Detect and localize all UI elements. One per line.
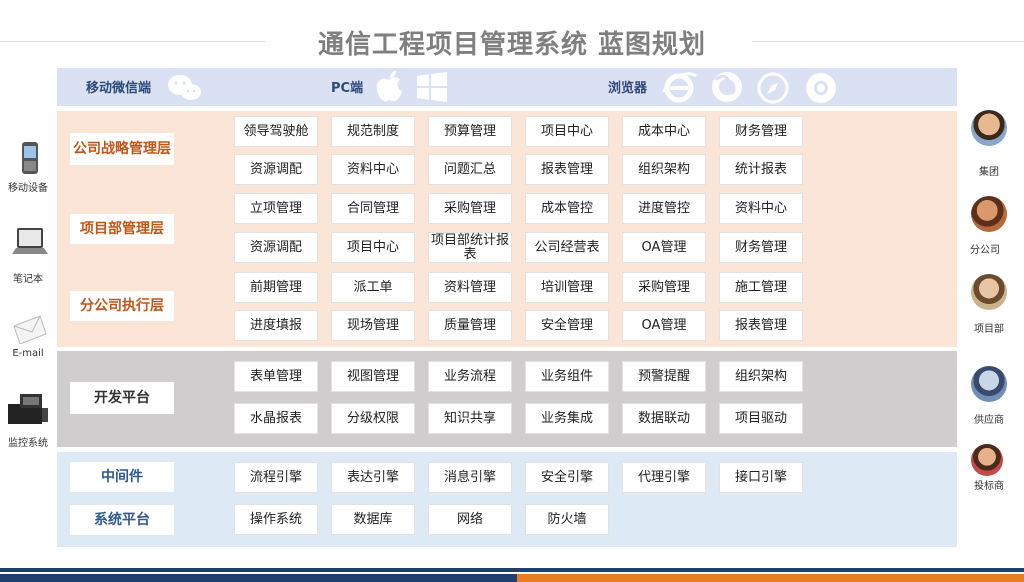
module-row2-2[interactable]: 问题汇总 (428, 154, 512, 185)
layer-system: 系统平台 (70, 505, 174, 535)
device-label-laptop: 笔记本 (13, 274, 43, 285)
ie-icon (662, 72, 698, 103)
module-row6-2[interactable]: 质量管理 (428, 310, 512, 341)
module-row3-5[interactable]: 资料中心 (719, 193, 803, 224)
user-label-project: 项目部 (974, 324, 1004, 335)
module-row2-3[interactable]: 报表管理 (525, 154, 609, 185)
layer-project: 项目部管理层 (70, 214, 174, 244)
pc-label: PC端 (331, 81, 364, 96)
module-row5-5[interactable]: 施工管理 (719, 272, 803, 303)
module-row1-0[interactable]: 领导驾驶舱 (234, 116, 318, 147)
module-sys-0[interactable]: 操作系统 (234, 504, 318, 535)
module-dev1-5[interactable]: 组织架构 (719, 361, 803, 392)
module-row1-4[interactable]: 成本中心 (622, 116, 706, 147)
safari-icon (757, 72, 789, 104)
module-mid-3[interactable]: 安全引擎 (525, 462, 609, 493)
module-dev2-0[interactable]: 水晶报表 (234, 403, 318, 434)
module-row2-4[interactable]: 组织架构 (622, 154, 706, 185)
module-row1-5[interactable]: 财务管理 (719, 116, 803, 147)
device-label-mobile: 移动设备 (8, 183, 48, 194)
module-row4-4[interactable]: OA管理 (622, 232, 706, 263)
user-label-supplier: 供应商 (974, 415, 1004, 426)
module-mid-5[interactable]: 接口引擎 (719, 462, 803, 493)
module-row4-3[interactable]: 公司经营表 (525, 232, 609, 263)
module-row6-1[interactable]: 现场管理 (331, 310, 415, 341)
module-dev1-1[interactable]: 视图管理 (331, 361, 415, 392)
monitor-icon (8, 394, 48, 424)
module-row4-5[interactable]: 财务管理 (719, 232, 803, 263)
firefox-icon (712, 72, 742, 102)
module-row4-1[interactable]: 项目中心 (331, 232, 415, 263)
module-sys-3[interactable]: 防火墙 (525, 504, 609, 535)
module-row5-4[interactable]: 采购管理 (622, 272, 706, 303)
module-dev1-0[interactable]: 表单管理 (234, 361, 318, 392)
apple-icon (376, 71, 402, 102)
browser-label: 浏览器 (608, 81, 648, 96)
module-row3-3[interactable]: 成本管控 (525, 193, 609, 224)
module-mid-4[interactable]: 代理引擎 (622, 462, 706, 493)
email-icon (13, 315, 47, 344)
footer-line (0, 568, 1024, 572)
wechat-icon (168, 75, 201, 100)
module-mid-0[interactable]: 流程引擎 (234, 462, 318, 493)
module-dev1-4[interactable]: 预警提醒 (622, 361, 706, 392)
windows-icon (417, 72, 447, 102)
mobile-label: 移动微信端 (86, 81, 152, 96)
module-dev1-2[interactable]: 业务流程 (428, 361, 512, 392)
avatar-group (971, 110, 1007, 146)
module-sys-2[interactable]: 网络 (428, 504, 512, 535)
module-dev2-4[interactable]: 数据联动 (622, 403, 706, 434)
module-row5-0[interactable]: 前期管理 (234, 272, 318, 303)
module-dev2-1[interactable]: 分级权限 (331, 403, 415, 434)
module-row1-2[interactable]: 预算管理 (428, 116, 512, 147)
module-row6-5[interactable]: 报表管理 (719, 310, 803, 341)
avatar-branch (971, 196, 1007, 232)
module-dev2-3[interactable]: 业务集成 (525, 403, 609, 434)
footer-bar-blue (0, 574, 517, 582)
footer-bar-orange (517, 574, 1024, 582)
user-label-branch: 分公司 (970, 245, 1000, 256)
module-dev1-3[interactable]: 业务组件 (525, 361, 609, 392)
module-row3-0[interactable]: 立项管理 (234, 193, 318, 224)
module-row2-0[interactable]: 资源调配 (234, 154, 318, 185)
user-label-group: 集团 (979, 167, 999, 178)
module-dev2-2[interactable]: 知识共享 (428, 403, 512, 434)
module-mid-1[interactable]: 表达引擎 (331, 462, 415, 493)
module-row1-1[interactable]: 规范制度 (331, 116, 415, 147)
page-title: 通信工程项目管理系统 蓝图规划 (317, 30, 707, 60)
module-mid-2[interactable]: 消息引擎 (428, 462, 512, 493)
module-row4-0[interactable]: 资源调配 (234, 232, 318, 263)
module-row4-2[interactable]: 项目部统计报表 (428, 232, 512, 263)
module-row6-4[interactable]: OA管理 (622, 310, 706, 341)
layer-branch: 分公司执行层 (70, 291, 174, 321)
layer-strategy: 公司战略管理层 (70, 133, 174, 165)
device-label-email: E-mail (12, 348, 44, 359)
mobile-icon (22, 142, 38, 174)
module-row6-3[interactable]: 安全管理 (525, 310, 609, 341)
layer-middleware: 中间件 (70, 462, 174, 492)
module-sys-1[interactable]: 数据库 (331, 504, 415, 535)
module-row2-1[interactable]: 资料中心 (331, 154, 415, 185)
device-label-monitor: 监控系统 (8, 438, 48, 449)
module-dev2-5[interactable]: 项目驱动 (719, 403, 803, 434)
avatar-project (971, 274, 1007, 310)
module-row3-1[interactable]: 合同管理 (331, 193, 415, 224)
avatar-supplier (971, 366, 1007, 402)
module-row1-3[interactable]: 项目中心 (525, 116, 609, 147)
module-row5-3[interactable]: 培训管理 (525, 272, 609, 303)
module-row5-1[interactable]: 派工单 (331, 272, 415, 303)
user-label-bidder: 投标商 (974, 481, 1004, 492)
avatar-bidder (971, 444, 1003, 476)
layer-dev: 开发平台 (70, 382, 174, 414)
module-row5-2[interactable]: 资料管理 (428, 272, 512, 303)
chrome-icon (806, 73, 836, 103)
module-row6-0[interactable]: 进度填报 (234, 310, 318, 341)
module-row3-4[interactable]: 进度管控 (622, 193, 706, 224)
module-row2-5[interactable]: 统计报表 (719, 154, 803, 185)
laptop-icon (12, 228, 48, 254)
module-row3-2[interactable]: 采购管理 (428, 193, 512, 224)
